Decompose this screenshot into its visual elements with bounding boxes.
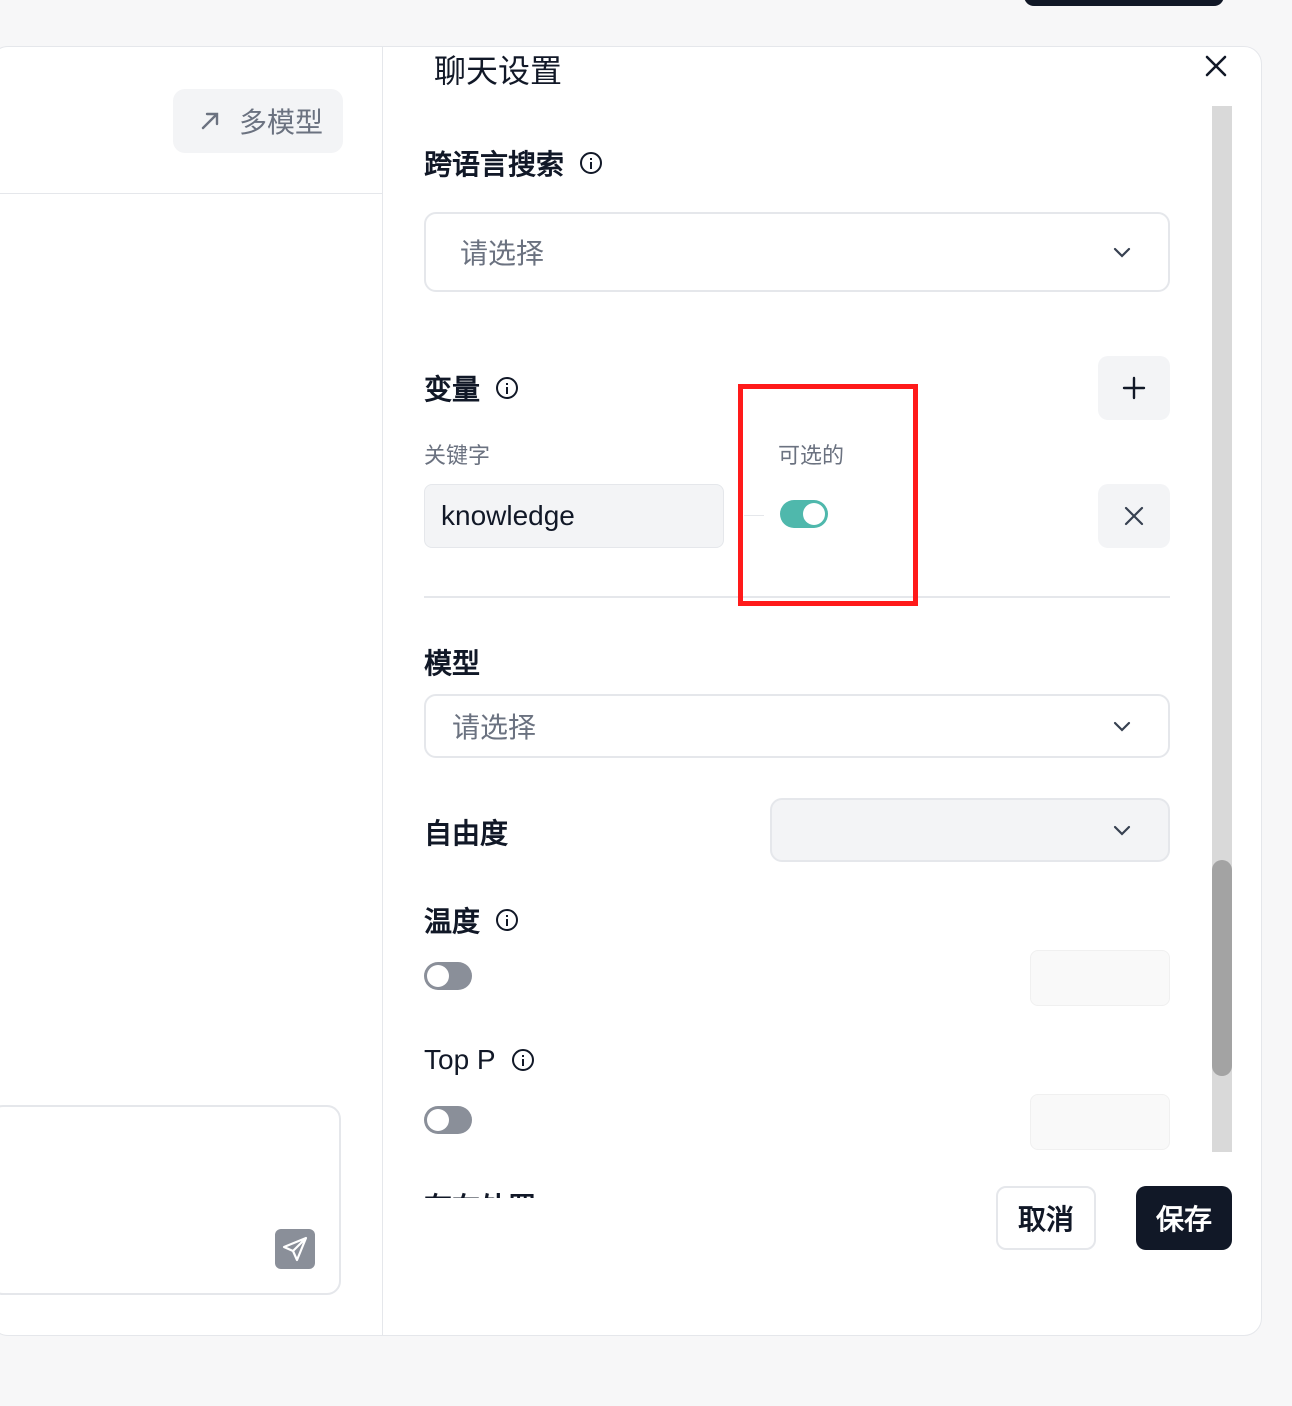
save-button[interactable]: 保存: [1136, 1186, 1232, 1250]
top-p-text: Top P: [424, 1044, 496, 1075]
presence-penalty-text: 存在处罚: [424, 1186, 536, 1198]
presence-penalty-label: 存在处罚: [424, 1186, 536, 1198]
temperature-label: 温度: [424, 900, 519, 940]
model-text: 模型: [424, 648, 481, 679]
remove-variable-button[interactable]: [1098, 484, 1170, 548]
multi-model-label: 多模型: [239, 107, 324, 138]
cross-lang-search-placeholder: 请选择: [460, 238, 545, 269]
toggle-knob: [427, 1109, 449, 1131]
close-icon: [1124, 506, 1144, 526]
highlight-annotation-box: [738, 384, 918, 606]
top-action-button[interactable]: [1024, 0, 1224, 6]
freedom-text: 自由度: [424, 818, 509, 849]
cross-lang-search-label: 跨语言搜索: [424, 146, 603, 180]
send-button[interactable]: [275, 1229, 315, 1269]
temperature-input[interactable]: [1030, 950, 1170, 1006]
scrollbar-thumb[interactable]: [1212, 860, 1232, 1076]
temperature-toggle[interactable]: [424, 962, 472, 990]
chevron-down-icon: [1113, 825, 1131, 836]
cancel-button[interactable]: 取消: [996, 1186, 1096, 1250]
arrow-up-right-icon: [201, 112, 219, 130]
multi-model-button[interactable]: 多模型: [173, 89, 343, 153]
close-button[interactable]: [1200, 50, 1232, 82]
top-p-input[interactable]: [1030, 1094, 1170, 1150]
cross-lang-search-select[interactable]: 请选择: [424, 212, 1170, 292]
chat-preview-pane: 多模型: [0, 47, 383, 1335]
chat-input[interactable]: [0, 1105, 341, 1295]
chevron-down-icon: [1113, 247, 1131, 258]
variable-keyword-input[interactable]: knowledge: [424, 484, 724, 548]
model-placeholder: 请选择: [452, 712, 537, 743]
chevron-down-icon: [1113, 721, 1131, 732]
add-variable-button[interactable]: [1098, 356, 1170, 420]
send-icon: [282, 1236, 308, 1262]
toggle-knob: [427, 965, 449, 987]
keyword-column-header: 关键字: [424, 443, 491, 468]
cross-lang-search-text: 跨语言搜索: [424, 149, 565, 180]
model-select[interactable]: 请选择: [424, 694, 1170, 758]
freedom-select[interactable]: [770, 798, 1170, 862]
close-icon: [1205, 55, 1227, 77]
plus-icon: [1122, 376, 1146, 400]
top-p-toggle[interactable]: [424, 1106, 472, 1134]
info-icon[interactable]: [496, 377, 519, 399]
info-icon[interactable]: [580, 152, 603, 174]
model-label: 模型: [424, 642, 480, 682]
temperature-text: 温度: [424, 906, 481, 937]
variables-text: 变量: [424, 374, 481, 405]
freedom-label: 自由度: [424, 812, 508, 852]
settings-title: 聊天设置: [434, 53, 563, 89]
info-icon[interactable]: [496, 909, 519, 931]
page-bottom-area: [0, 1336, 1292, 1406]
top-p-label: Top P: [424, 1044, 534, 1076]
variables-label: 变量: [424, 368, 519, 408]
header-divider: [0, 193, 383, 194]
info-icon[interactable]: [511, 1049, 534, 1071]
